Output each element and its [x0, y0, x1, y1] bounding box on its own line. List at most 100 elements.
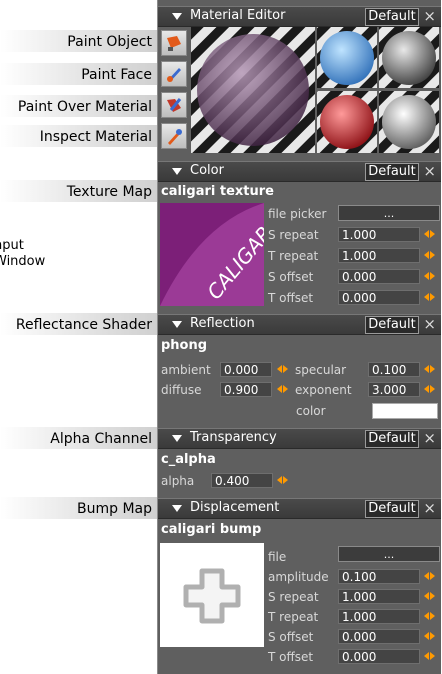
- ambient-label: ambient: [161, 363, 211, 377]
- bump-thumbnail[interactable]: [160, 543, 264, 647]
- material-sphere-main[interactable]: [197, 34, 309, 146]
- t-offset-field[interactable]: 0.000: [338, 649, 420, 664]
- color-default-button[interactable]: Default: [365, 163, 419, 181]
- amplitude-field[interactable]: 0.100: [338, 569, 420, 584]
- color-label: color: [296, 404, 326, 418]
- color-title: Color: [190, 163, 224, 178]
- material-sphere-bump[interactable]: [382, 95, 436, 149]
- diffuse-label: diffuse: [161, 383, 202, 397]
- exponent-label: exponent: [295, 383, 352, 397]
- file-picker-button[interactable]: ...: [338, 205, 440, 221]
- stepper-icon[interactable]: [276, 362, 290, 377]
- eyedropper-icon: [168, 129, 182, 145]
- file-label: file: [268, 550, 287, 564]
- callout-paint-over-material: Paint Over Material: [17, 99, 152, 115]
- close-icon[interactable]: ×: [423, 7, 436, 25]
- callout-texture-map: Texture Map: [66, 184, 152, 200]
- collapse-triangle-icon[interactable]: [172, 321, 182, 328]
- stepper-icon[interactable]: [423, 609, 437, 624]
- exponent-field[interactable]: 3.000: [368, 382, 420, 397]
- stepper-icon[interactable]: [276, 473, 290, 488]
- stepper-icon[interactable]: [423, 629, 437, 644]
- t-repeat-field[interactable]: 1.000: [338, 248, 420, 263]
- collapse-triangle-icon[interactable]: [172, 168, 182, 175]
- alpha-label: alpha: [161, 474, 195, 488]
- material-sphere-gray[interactable]: [382, 31, 436, 85]
- close-icon[interactable]: ×: [423, 315, 436, 333]
- diffuse-field[interactable]: 0.900: [220, 382, 272, 397]
- s-offset-field[interactable]: 0.000: [338, 269, 420, 284]
- material-sphere-red[interactable]: [320, 95, 374, 149]
- file-button[interactable]: ...: [338, 546, 440, 562]
- transparency-title: Transparency: [190, 430, 277, 445]
- displacement-title: Displacement: [190, 500, 280, 515]
- callout-paint-object: Paint Object: [67, 34, 152, 50]
- stepper-icon[interactable]: [423, 569, 437, 584]
- collapse-triangle-icon[interactable]: [172, 13, 182, 20]
- s-offset-label: S offset: [268, 630, 314, 644]
- material-editor-title: Material Editor: [190, 8, 286, 23]
- color-shader-name: caligari texture: [161, 184, 274, 199]
- t-offset-label: T offset: [268, 650, 314, 664]
- stepper-icon[interactable]: [423, 248, 437, 263]
- callout-input-window-1: nput: [0, 238, 24, 253]
- t-offset-label: T offset: [268, 291, 314, 305]
- t-repeat-label: T repeat: [268, 249, 319, 263]
- amplitude-label: amplitude: [268, 570, 329, 584]
- s-repeat-field[interactable]: 1.000: [338, 227, 420, 242]
- texture-thumbnail[interactable]: CALIGARI: [160, 203, 264, 306]
- s-offset-field[interactable]: 0.000: [338, 629, 420, 644]
- color-swatch[interactable]: [372, 403, 438, 419]
- s-repeat-field[interactable]: 1.000: [338, 589, 420, 604]
- paint-over-material-button[interactable]: [161, 92, 187, 118]
- paint-object-button[interactable]: [161, 30, 187, 56]
- displacement-default-button[interactable]: Default: [365, 500, 419, 518]
- t-repeat-field[interactable]: 1.000: [338, 609, 420, 624]
- reflection-shader-name: phong: [161, 338, 208, 353]
- t-repeat-label: T repeat: [268, 610, 319, 624]
- s-repeat-label: S repeat: [268, 590, 319, 604]
- material-preview-area: [191, 27, 439, 153]
- transparency-shader-name: c_alpha: [161, 452, 216, 467]
- color-header: Color Default ×: [158, 161, 441, 182]
- close-icon[interactable]: ×: [423, 499, 436, 517]
- callout-paint-face: Paint Face: [81, 67, 152, 83]
- collapse-triangle-icon[interactable]: [172, 505, 182, 512]
- close-icon[interactable]: ×: [423, 162, 436, 180]
- stepper-icon[interactable]: [423, 649, 437, 664]
- callout-alpha-channel: Alpha Channel: [50, 431, 152, 447]
- specular-label: specular: [295, 363, 347, 377]
- material-editor-default-button[interactable]: Default: [365, 8, 419, 26]
- reflection-default-button[interactable]: Default: [365, 316, 419, 334]
- displacement-header: Displacement Default ×: [158, 498, 441, 519]
- stepper-icon[interactable]: [423, 269, 437, 284]
- s-repeat-label: S repeat: [268, 228, 319, 242]
- paint-face-button[interactable]: [161, 61, 187, 87]
- callout-input-window-2: Window: [0, 254, 46, 269]
- stepper-icon[interactable]: [423, 589, 437, 604]
- reflection-title: Reflection: [190, 316, 255, 331]
- material-editor-panel: Material Editor Default × Color Default …: [157, 0, 441, 674]
- material-editor-header: Material Editor Default ×: [158, 6, 441, 27]
- paint-over-material-icon: [167, 98, 182, 112]
- transparency-default-button[interactable]: Default: [365, 430, 419, 448]
- specular-field[interactable]: 0.100: [368, 362, 420, 377]
- s-offset-label: S offset: [268, 270, 314, 284]
- alpha-field[interactable]: 0.400: [211, 473, 273, 488]
- callout-inspect-material: Inspect Material: [39, 129, 152, 145]
- stepper-icon[interactable]: [423, 362, 437, 377]
- ambient-field[interactable]: 0.000: [220, 362, 272, 377]
- paint-face-icon: [167, 68, 181, 82]
- reflection-header: Reflection Default ×: [158, 314, 441, 335]
- transparency-header: Transparency Default ×: [158, 428, 441, 449]
- close-icon[interactable]: ×: [423, 429, 436, 447]
- collapse-triangle-icon[interactable]: [172, 435, 182, 442]
- material-sphere-blue[interactable]: [320, 31, 374, 85]
- stepper-icon[interactable]: [423, 382, 437, 397]
- stepper-icon[interactable]: [423, 290, 437, 305]
- stepper-icon[interactable]: [276, 382, 290, 397]
- inspect-material-button[interactable]: [161, 123, 187, 149]
- stepper-icon[interactable]: [423, 227, 437, 242]
- callout-bump-map: Bump Map: [77, 501, 152, 517]
- t-offset-field[interactable]: 0.000: [338, 290, 420, 305]
